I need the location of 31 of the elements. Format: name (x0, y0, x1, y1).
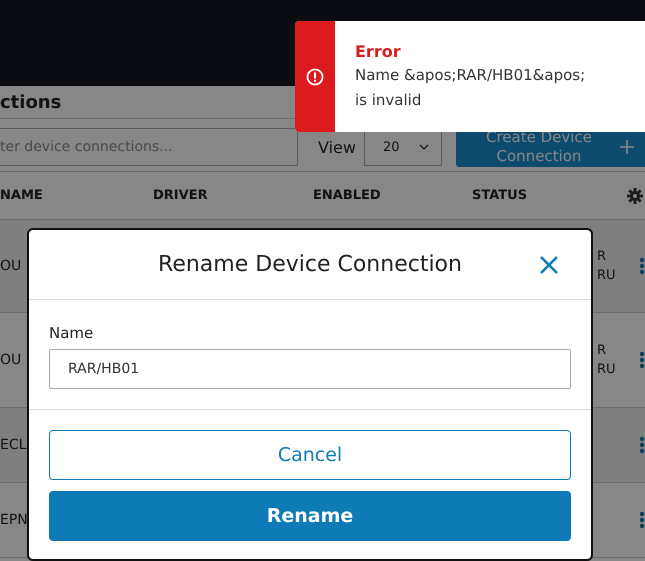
column-header[interactable]: STATUS (472, 188, 597, 203)
chevron-down-icon (418, 144, 429, 150)
table-cell-text: OU (0, 258, 22, 274)
toast-title: Error (355, 41, 402, 63)
column-header[interactable]: NAME (0, 188, 153, 203)
field-label: Name (49, 324, 94, 342)
table-cell-text: EPN (0, 512, 29, 528)
name-field[interactable]: RAR/HB01 (49, 349, 571, 389)
column-header[interactable]: DRIVER (153, 188, 313, 203)
column-header[interactable]: ENABLED (313, 188, 472, 203)
filter-field[interactable]: ter device connections... (0, 128, 298, 166)
more-options-icon[interactable] (639, 511, 645, 529)
table-cell-text: RU (597, 361, 617, 379)
dialog-title: Rename Device Connection (158, 252, 462, 277)
page-title: ctions (0, 92, 62, 112)
table-cell-text: ECL (0, 437, 28, 453)
toast-message: Name &apos;RAR/HB01&apos; is invalid (355, 65, 586, 111)
table-cell-text: RU (597, 267, 617, 285)
alert-icon (306, 68, 324, 86)
more-options-icon[interactable] (639, 436, 645, 454)
settings-icon[interactable] (627, 188, 643, 204)
table-cell-text: R (597, 342, 608, 360)
table-cell-text: OU (0, 352, 22, 368)
more-options-icon[interactable] (639, 351, 645, 369)
rename-button[interactable]: Rename (49, 491, 571, 541)
more-options-icon[interactable] (639, 257, 645, 275)
close-icon[interactable] (539, 255, 559, 275)
plus-icon (619, 139, 635, 155)
table-cell-text: R (597, 248, 608, 266)
view-label: View (318, 138, 356, 156)
cancel-button[interactable]: Cancel (49, 430, 571, 480)
